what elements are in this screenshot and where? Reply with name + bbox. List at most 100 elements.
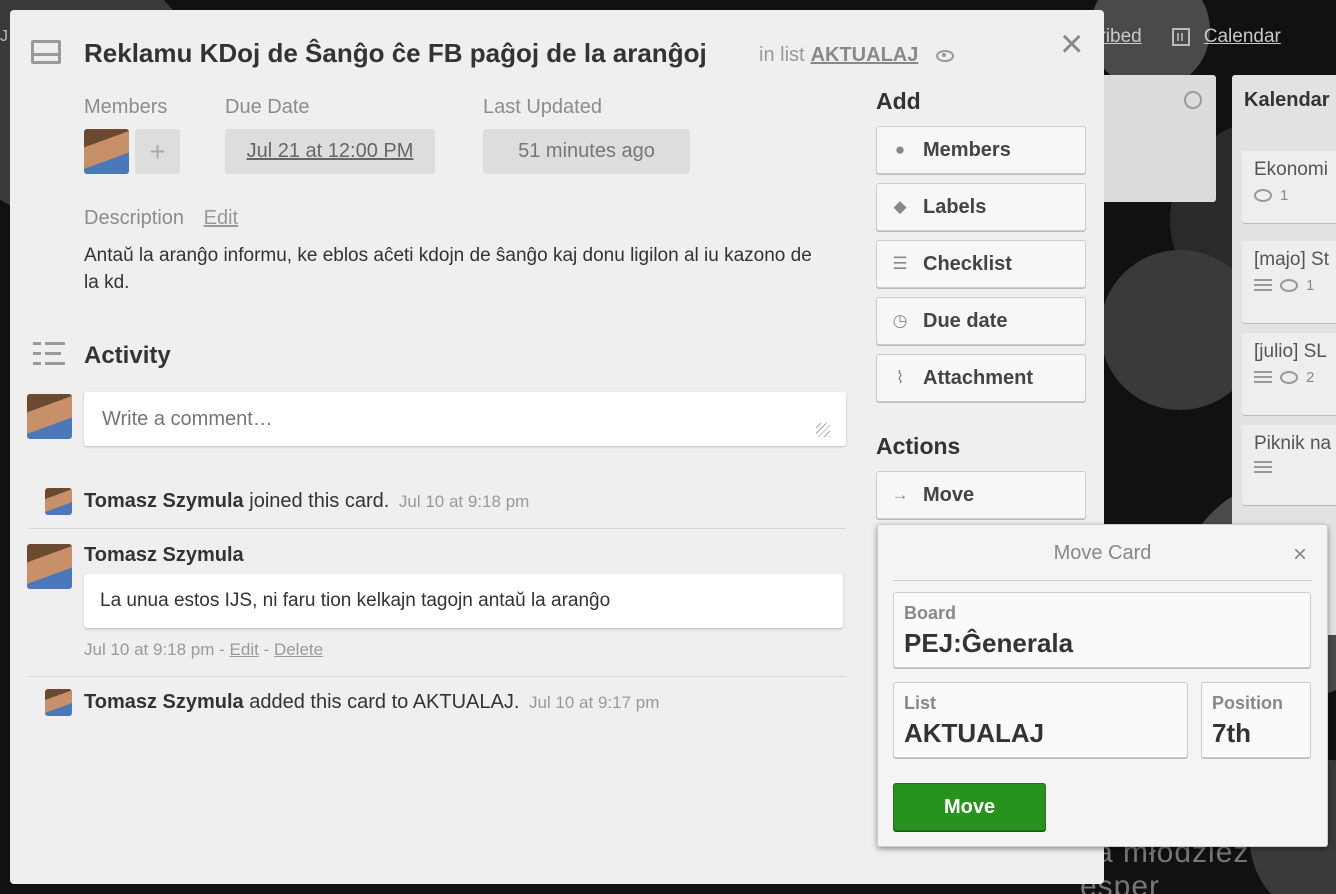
avatar bbox=[27, 394, 72, 439]
button-label: Move bbox=[923, 483, 975, 506]
list-link[interactable]: AKTUALAJ bbox=[811, 44, 919, 67]
board-partial-text: J bbox=[0, 28, 8, 45]
button-label: Due date bbox=[923, 309, 1008, 332]
calendar-link-wrap[interactable]: Calendar bbox=[1171, 26, 1281, 48]
separator: - bbox=[258, 640, 274, 659]
separator: - bbox=[214, 640, 230, 659]
avatar[interactable] bbox=[45, 689, 72, 716]
checklist-icon: ☰ bbox=[892, 254, 908, 273]
member-name[interactable]: Tomasz Szymula bbox=[84, 691, 244, 713]
activity-entry: Tomasz Szymula added this card to AKTUAL… bbox=[84, 691, 659, 714]
position-select-label: Position bbox=[1212, 693, 1283, 713]
board-card-title: [julio] SL bbox=[1254, 341, 1327, 362]
due-date-label: Due Date bbox=[225, 96, 310, 118]
move-card-button[interactable]: → Move bbox=[876, 471, 1086, 519]
activity-entry: Tomasz Szymula joined this card. Jul 10 … bbox=[84, 490, 529, 513]
button-label: Attachment bbox=[923, 366, 1034, 389]
activity-time[interactable]: Jul 10 at 9:17 pm bbox=[529, 693, 659, 712]
board-select-label: Board bbox=[904, 603, 957, 623]
calendar-icon bbox=[1171, 28, 1190, 46]
last-updated-label: Last Updated bbox=[483, 96, 602, 118]
move-card-popover: Move Card × Board PEJ:Ĝenerala List AKTU… bbox=[877, 524, 1328, 847]
list-select-value: AKTUALAJ bbox=[904, 718, 1045, 748]
move-submit-button[interactable]: Move bbox=[893, 783, 1046, 831]
edit-description-link[interactable]: Edit bbox=[204, 207, 238, 229]
clock-icon: ◷ bbox=[892, 311, 908, 330]
edit-comment-link[interactable]: Edit bbox=[230, 640, 259, 659]
board-card-title: [majo] St bbox=[1254, 249, 1329, 270]
description-icon bbox=[1254, 461, 1272, 475]
due-date-badge[interactable]: Jul 21 at 12:00 PM bbox=[225, 129, 435, 174]
add-section-title: Add bbox=[876, 88, 921, 114]
board-card-title: Ekonomi bbox=[1254, 159, 1328, 180]
position-select-value: 7th bbox=[1212, 718, 1251, 748]
list-select[interactable]: List AKTUALAJ bbox=[893, 682, 1188, 758]
comment-input[interactable] bbox=[84, 392, 846, 446]
description-text: Antaŭ la aranĝo informu, ke eblos aĉeti … bbox=[84, 245, 812, 293]
description-icon bbox=[1254, 278, 1272, 293]
add-labels-button[interactable]: ◆ Labels bbox=[876, 183, 1086, 231]
activity-action: added this card to AKTUALAJ. bbox=[249, 691, 520, 713]
comment-icon bbox=[1254, 189, 1272, 202]
delete-comment-link[interactable]: Delete bbox=[274, 640, 323, 659]
comment-count: 1 bbox=[1306, 277, 1315, 294]
comment-text: La unua estos IJS, ni faru tion kelkajn … bbox=[84, 574, 843, 628]
eye-icon[interactable] bbox=[936, 49, 955, 62]
popover-title: Move Card bbox=[1053, 542, 1152, 564]
divider bbox=[28, 676, 846, 677]
comment-icon bbox=[1280, 371, 1298, 384]
description-icon bbox=[1254, 370, 1272, 385]
board-card[interactable]: [majo] St 1 bbox=[1242, 241, 1336, 323]
activity-entry: Tomasz Szymula bbox=[84, 544, 244, 567]
comment-count: 2 bbox=[1306, 369, 1315, 386]
button-label: Checklist bbox=[923, 252, 1012, 275]
board-list-partial bbox=[1098, 75, 1216, 202]
member-name[interactable]: Tomasz Szymula bbox=[84, 490, 244, 512]
paperclip-icon: ⌇ bbox=[895, 368, 905, 387]
divider bbox=[28, 528, 846, 529]
member-name[interactable]: Tomasz Szymula bbox=[84, 544, 244, 566]
divider bbox=[893, 580, 1312, 581]
comment-time[interactable]: Jul 10 at 9:18 pm bbox=[84, 640, 214, 659]
close-icon[interactable]: × bbox=[1293, 541, 1307, 569]
calendar-link[interactable]: Calendar bbox=[1204, 26, 1281, 48]
board-card[interactable]: [julio] SL 2 bbox=[1242, 333, 1336, 415]
board-header-links: cribed Calendar bbox=[1090, 26, 1281, 48]
add-member-button[interactable]: + bbox=[135, 129, 180, 174]
board-select[interactable]: Board PEJ:Ĝenerala bbox=[893, 592, 1311, 668]
last-updated-value: 51 minutes ago bbox=[483, 129, 690, 174]
tag-icon: ◆ bbox=[893, 197, 907, 216]
comment-meta: Jul 10 at 9:18 pm - Edit - Delete bbox=[84, 640, 323, 660]
description-label: Description bbox=[84, 207, 185, 229]
add-due-date-button[interactable]: ◷ Due date bbox=[876, 297, 1086, 345]
board-select-value: PEJ:Ĝenerala bbox=[904, 628, 1074, 658]
avatar[interactable] bbox=[84, 129, 129, 174]
comment-count: 1 bbox=[1280, 187, 1289, 204]
activity-icon bbox=[33, 340, 67, 368]
list-menu-icon[interactable] bbox=[1184, 91, 1202, 109]
button-label: Members bbox=[923, 138, 1011, 161]
comment-icon bbox=[1280, 279, 1298, 292]
resize-handle-icon[interactable] bbox=[816, 423, 830, 437]
avatar[interactable] bbox=[27, 544, 72, 589]
board-card-title: Piknik na bbox=[1254, 433, 1332, 454]
list-select-label: List bbox=[904, 693, 937, 713]
close-icon[interactable]: × bbox=[1060, 24, 1083, 64]
actions-section-title: Actions bbox=[876, 433, 961, 459]
list-title: Kalendar bbox=[1244, 89, 1330, 111]
in-list-label: in list bbox=[759, 44, 805, 66]
avatar[interactable] bbox=[45, 488, 72, 515]
card-title[interactable]: Reklamu KDoj de Ŝanĝo ĉe FB paĝoj de la … bbox=[84, 38, 707, 69]
add-checklist-button[interactable]: ☰ Checklist bbox=[876, 240, 1086, 288]
description-header: Description Edit bbox=[84, 207, 238, 230]
position-select[interactable]: Position 7th bbox=[1201, 682, 1311, 758]
board-card[interactable]: Piknik na bbox=[1242, 425, 1336, 505]
add-attachment-button[interactable]: ⌇ Attachment bbox=[876, 354, 1086, 402]
add-members-button[interactable]: ● Members bbox=[876, 126, 1086, 174]
arrow-right-icon: → bbox=[891, 485, 909, 504]
activity-time[interactable]: Jul 10 at 9:18 pm bbox=[399, 492, 529, 511]
activity-title: Activity bbox=[84, 342, 171, 369]
board-card[interactable]: Ekonomi 1 bbox=[1242, 151, 1336, 223]
card-icon bbox=[31, 40, 61, 64]
members-label: Members bbox=[84, 96, 168, 118]
